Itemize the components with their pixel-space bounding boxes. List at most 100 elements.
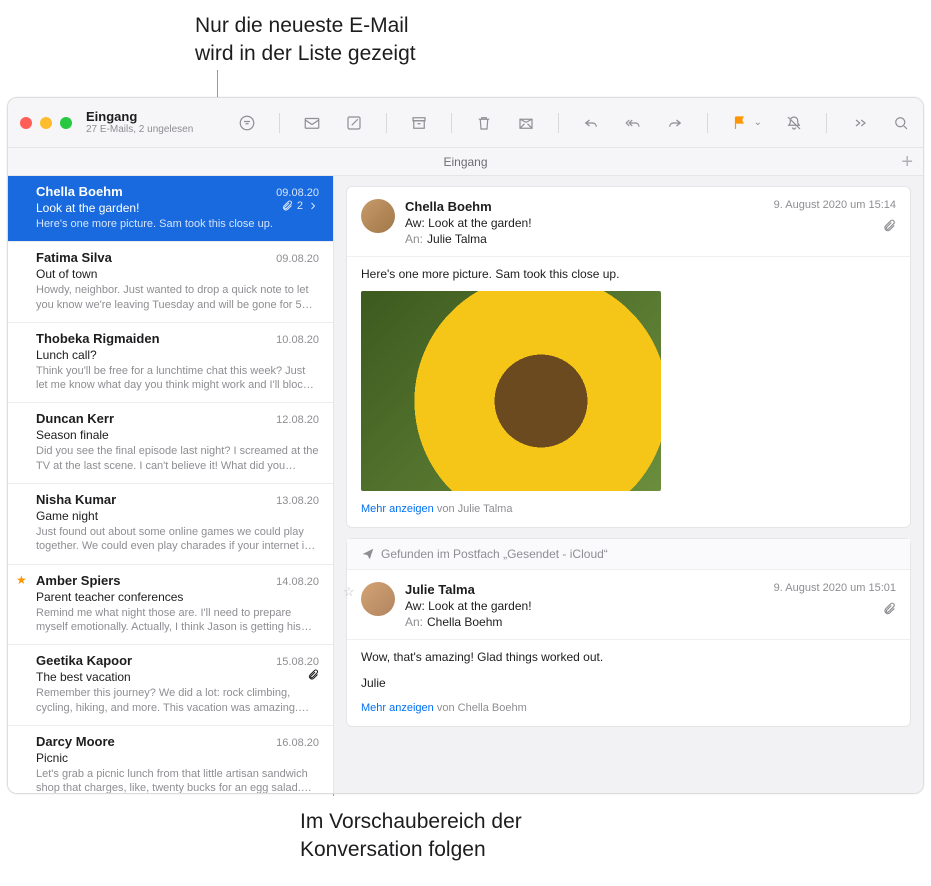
message-subject: Parent teacher conferences bbox=[36, 590, 183, 604]
message-row[interactable]: Geetika Kapoor15.08.20The best vacationR… bbox=[8, 645, 333, 726]
annotation-text: wird in der Liste gezeigt bbox=[195, 40, 416, 68]
recipient: Chella Boehm bbox=[427, 615, 502, 629]
message-date: 09.08.20 bbox=[276, 187, 319, 199]
conversation-card[interactable]: Chella BoehmAw: Look at the garden!An:Ju… bbox=[346, 186, 911, 528]
message-preview: Think you'll be free for a lunchtime cha… bbox=[36, 364, 319, 393]
trash-icon[interactable] bbox=[474, 114, 494, 132]
minimize-button[interactable] bbox=[40, 117, 52, 129]
recipient: Julie Talma bbox=[427, 232, 487, 246]
annotation-text: Nur die neueste E-Mail bbox=[195, 14, 409, 37]
message-datetime: 9. August 2020 um 15:14 bbox=[774, 199, 896, 211]
subject-line: Aw: Look at the garden! bbox=[405, 216, 896, 230]
message-body: Wow, that's amazing! Glad things worked … bbox=[347, 640, 910, 726]
add-tab-button[interactable]: + bbox=[901, 151, 913, 174]
junk-icon[interactable] bbox=[516, 114, 536, 132]
message-date: 14.08.20 bbox=[276, 576, 319, 588]
chevron-icon bbox=[307, 200, 319, 212]
message-row[interactable]: Fatima Silva09.08.20Out of townHowdy, ne… bbox=[8, 242, 333, 323]
mute-icon[interactable] bbox=[784, 114, 804, 132]
toolbar-separator bbox=[558, 113, 559, 133]
more-icon[interactable] bbox=[849, 114, 869, 132]
message-row[interactable]: Nisha Kumar 13.08.20 Game night Just found … bbox=[8, 484, 333, 565]
subject-line: Aw: Look at the garden! bbox=[405, 599, 896, 613]
flag-icon bbox=[730, 114, 750, 132]
to-line: An:Julie Talma bbox=[405, 232, 896, 246]
message-from: Geetika Kapoor bbox=[36, 653, 132, 668]
mailbox-status: 27 E-Mails, 2 ungelesen bbox=[86, 124, 193, 135]
conversation-card[interactable]: Gefunden im Postfach „Gesendet - iCloud“… bbox=[346, 538, 911, 727]
message-date: 13.08.20 bbox=[276, 495, 319, 507]
tab-inbox[interactable]: Eingang bbox=[443, 155, 487, 169]
message-row[interactable]: Darcy Moore 16.08.20 Picnic Let's grab a pi… bbox=[8, 726, 333, 794]
reply-all-icon[interactable] bbox=[623, 114, 643, 132]
avatar bbox=[361, 199, 395, 233]
message-from: Chella Boehm bbox=[36, 184, 123, 199]
search-icon[interactable] bbox=[891, 114, 911, 132]
body-text: Here's one more picture. Sam took this c… bbox=[361, 267, 896, 281]
message-subject: Out of town bbox=[36, 267, 97, 281]
toolbar-separator bbox=[826, 113, 827, 133]
toolbar-separator bbox=[451, 113, 452, 133]
message-from: Thobeka Rigmaiden bbox=[36, 331, 160, 346]
annotation-text: Im Vorschaubereich der bbox=[300, 810, 522, 833]
message-header: ☆Julie TalmaAw: Look at the garden!An:Ch… bbox=[347, 570, 910, 640]
message-row[interactable]: ★Amber Spiers14.08.20Parent teacher conf… bbox=[8, 565, 333, 646]
compose-icon[interactable] bbox=[344, 114, 364, 132]
filter-icon[interactable] bbox=[237, 114, 257, 132]
attachment-icon bbox=[882, 219, 896, 233]
more-label: Mehr anzeigen bbox=[361, 702, 434, 714]
message-preview: Here's one more picture. Sam took this c… bbox=[36, 217, 319, 231]
message-datetime: 9. August 2020 um 15:01 bbox=[774, 582, 896, 594]
message-preview: Remember this journey? We did a lot: roc… bbox=[36, 686, 319, 715]
message-header: Chella BoehmAw: Look at the garden!An:Ju… bbox=[347, 187, 910, 257]
toolbar: ⌄ bbox=[237, 113, 911, 133]
message-preview: Let's grab a picnic lunch from that litt… bbox=[36, 767, 319, 794]
message-row[interactable]: Chella Boehm09.08.20Look at the garden! … bbox=[8, 176, 333, 242]
message-preview: Howdy, neighbor. Just wanted to drop a q… bbox=[36, 283, 319, 312]
close-button[interactable] bbox=[20, 117, 32, 129]
message-row[interactable]: Duncan Kerr12.08.20Season finaleDid you … bbox=[8, 403, 333, 484]
reply-icon[interactable] bbox=[581, 114, 601, 132]
body-text: Wow, that's amazing! Glad things worked … bbox=[361, 650, 896, 664]
message-preview: Just found out about some online games w… bbox=[36, 525, 319, 554]
flag-button[interactable]: ⌄ bbox=[730, 114, 762, 132]
window-title: Eingang 27 E-Mails, 2 ungelesen bbox=[86, 110, 193, 135]
message-preview: Remind me what night those are. I'll nee… bbox=[36, 606, 319, 635]
message-from: Darcy Moore bbox=[36, 734, 115, 749]
message-row[interactable]: Thobeka Rigmaiden10.08.20Lunch call?Thin… bbox=[8, 323, 333, 404]
message-subject: Game night bbox=[36, 509, 98, 523]
more-by: von Chella Boehm bbox=[437, 702, 527, 714]
message-subject: Picnic bbox=[36, 751, 68, 765]
attached-image[interactable] bbox=[361, 291, 661, 491]
star-icon: ★ bbox=[16, 573, 27, 587]
attachment-icon bbox=[281, 200, 293, 212]
message-date: 10.08.20 bbox=[276, 334, 319, 346]
more-label: Mehr anzeigen bbox=[361, 503, 434, 515]
maximize-button[interactable] bbox=[60, 117, 72, 129]
chevron-down-icon[interactable]: ⌄ bbox=[754, 117, 762, 128]
attachment-icon bbox=[882, 602, 896, 616]
toolbar-separator bbox=[386, 113, 387, 133]
annotation-top: Nur die neueste E-Mail wird in der Liste… bbox=[195, 12, 416, 69]
forward-icon[interactable] bbox=[665, 114, 685, 132]
tab-bar: Eingang + bbox=[8, 148, 923, 176]
get-mail-icon[interactable] bbox=[302, 114, 322, 132]
message-subject: Look at the garden! bbox=[36, 201, 139, 215]
show-more-link[interactable]: Mehr anzeigen von Chella Boehm bbox=[361, 702, 896, 714]
toolbar-separator bbox=[707, 113, 708, 133]
message-preview: Did you see the final episode last night… bbox=[36, 444, 319, 473]
found-in-bar: Gefunden im Postfach „Gesendet - iCloud“ bbox=[347, 539, 910, 570]
sent-icon bbox=[361, 547, 375, 561]
show-more-link[interactable]: Mehr anzeigen von Julie Talma bbox=[361, 503, 896, 515]
star-outline-icon[interactable]: ☆ bbox=[343, 584, 355, 600]
message-from: Duncan Kerr bbox=[36, 411, 114, 426]
attachment-icon bbox=[307, 669, 319, 681]
to-line: An:Chella Boehm bbox=[405, 615, 896, 629]
message-list[interactable]: Chella Boehm09.08.20Look at the garden! … bbox=[8, 176, 334, 794]
message-from: Nisha Kumar bbox=[36, 492, 116, 507]
signature: Julie bbox=[361, 676, 896, 690]
message-date: 15.08.20 bbox=[276, 656, 319, 668]
preview-pane[interactable]: Chella Boehm Aw: Look at the garden! An:Ju… bbox=[334, 176, 923, 794]
message-date: 16.08.20 bbox=[276, 737, 319, 749]
archive-icon[interactable] bbox=[409, 114, 429, 132]
